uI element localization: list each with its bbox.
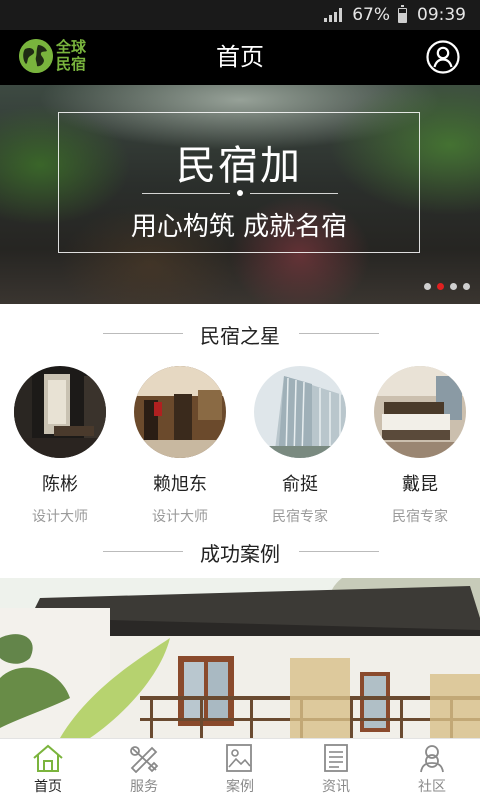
banner-frame: 民宿加 用心构筑 成就名宿: [58, 112, 420, 253]
carousel-indicator: [424, 283, 470, 290]
cases-section-title: 成功案例: [200, 542, 280, 566]
home-icon: [33, 744, 63, 772]
star-role: 民宿专家: [272, 509, 328, 525]
battery-icon: [398, 4, 407, 23]
cases-section-header: 成功案例: [0, 536, 480, 566]
community-icon: [420, 745, 444, 773]
tab-services[interactable]: 服务: [96, 741, 192, 799]
stars-section-title: 民宿之星: [200, 324, 280, 348]
star-card[interactable]: 陈彬 设计大师: [0, 366, 120, 526]
signal-icon: [324, 8, 343, 22]
tab-cases[interactable]: 案例: [192, 741, 288, 799]
star-role: 设计大师: [32, 509, 88, 525]
star-name: 俞挺: [282, 474, 318, 495]
star-name: 赖旭东: [153, 474, 207, 495]
star-role: 设计大师: [152, 509, 208, 525]
banner-title: 民宿加: [176, 143, 302, 189]
banner-divider: [142, 190, 338, 196]
carousel-dot[interactable]: [437, 283, 444, 290]
bottom-tab-bar: 首页 服务 案例 资讯 社区: [0, 738, 480, 800]
case-photo[interactable]: [0, 578, 480, 738]
user-profile-icon[interactable]: [426, 40, 460, 74]
star-name: 陈彬: [42, 474, 78, 495]
star-avatar: [374, 366, 466, 458]
tab-label: 资讯: [322, 779, 350, 795]
promo-banner[interactable]: 民宿加 用心构筑 成就名宿: [0, 85, 480, 304]
banner-subtitle: 用心构筑 成就名宿: [130, 212, 348, 242]
star-role: 民宿专家: [392, 509, 448, 525]
page-title: 首页: [216, 43, 264, 71]
star-card[interactable]: 戴昆 民宿专家: [360, 366, 480, 526]
battery-percent: 67%: [352, 5, 390, 25]
star-name: 戴昆: [402, 474, 438, 495]
star-card[interactable]: 赖旭东 设计大师: [120, 366, 240, 526]
tab-label: 首页: [34, 779, 62, 795]
star-avatar: [134, 366, 226, 458]
star-card[interactable]: 俞挺 民宿专家: [240, 366, 360, 526]
tab-label: 案例: [226, 779, 254, 795]
carousel-dot[interactable]: [450, 283, 457, 290]
star-avatar: [14, 366, 106, 458]
status-bar: 67% 09:39: [0, 0, 480, 30]
tab-news[interactable]: 资讯: [288, 741, 384, 799]
tab-label: 社区: [418, 779, 446, 795]
tools-icon: [130, 746, 159, 773]
stars-section-header: 民宿之星: [0, 318, 480, 348]
app-header: 全球 民宿 首页: [0, 30, 480, 85]
clock: 09:39: [417, 5, 466, 25]
star-avatar: [254, 366, 346, 458]
picture-icon: [226, 744, 252, 772]
news-icon: [324, 744, 348, 772]
carousel-dot[interactable]: [424, 283, 431, 290]
tab-community[interactable]: 社区: [384, 741, 480, 799]
tab-home[interactable]: 首页: [0, 741, 96, 799]
tab-label: 服务: [130, 779, 158, 795]
carousel-dot[interactable]: [463, 283, 470, 290]
